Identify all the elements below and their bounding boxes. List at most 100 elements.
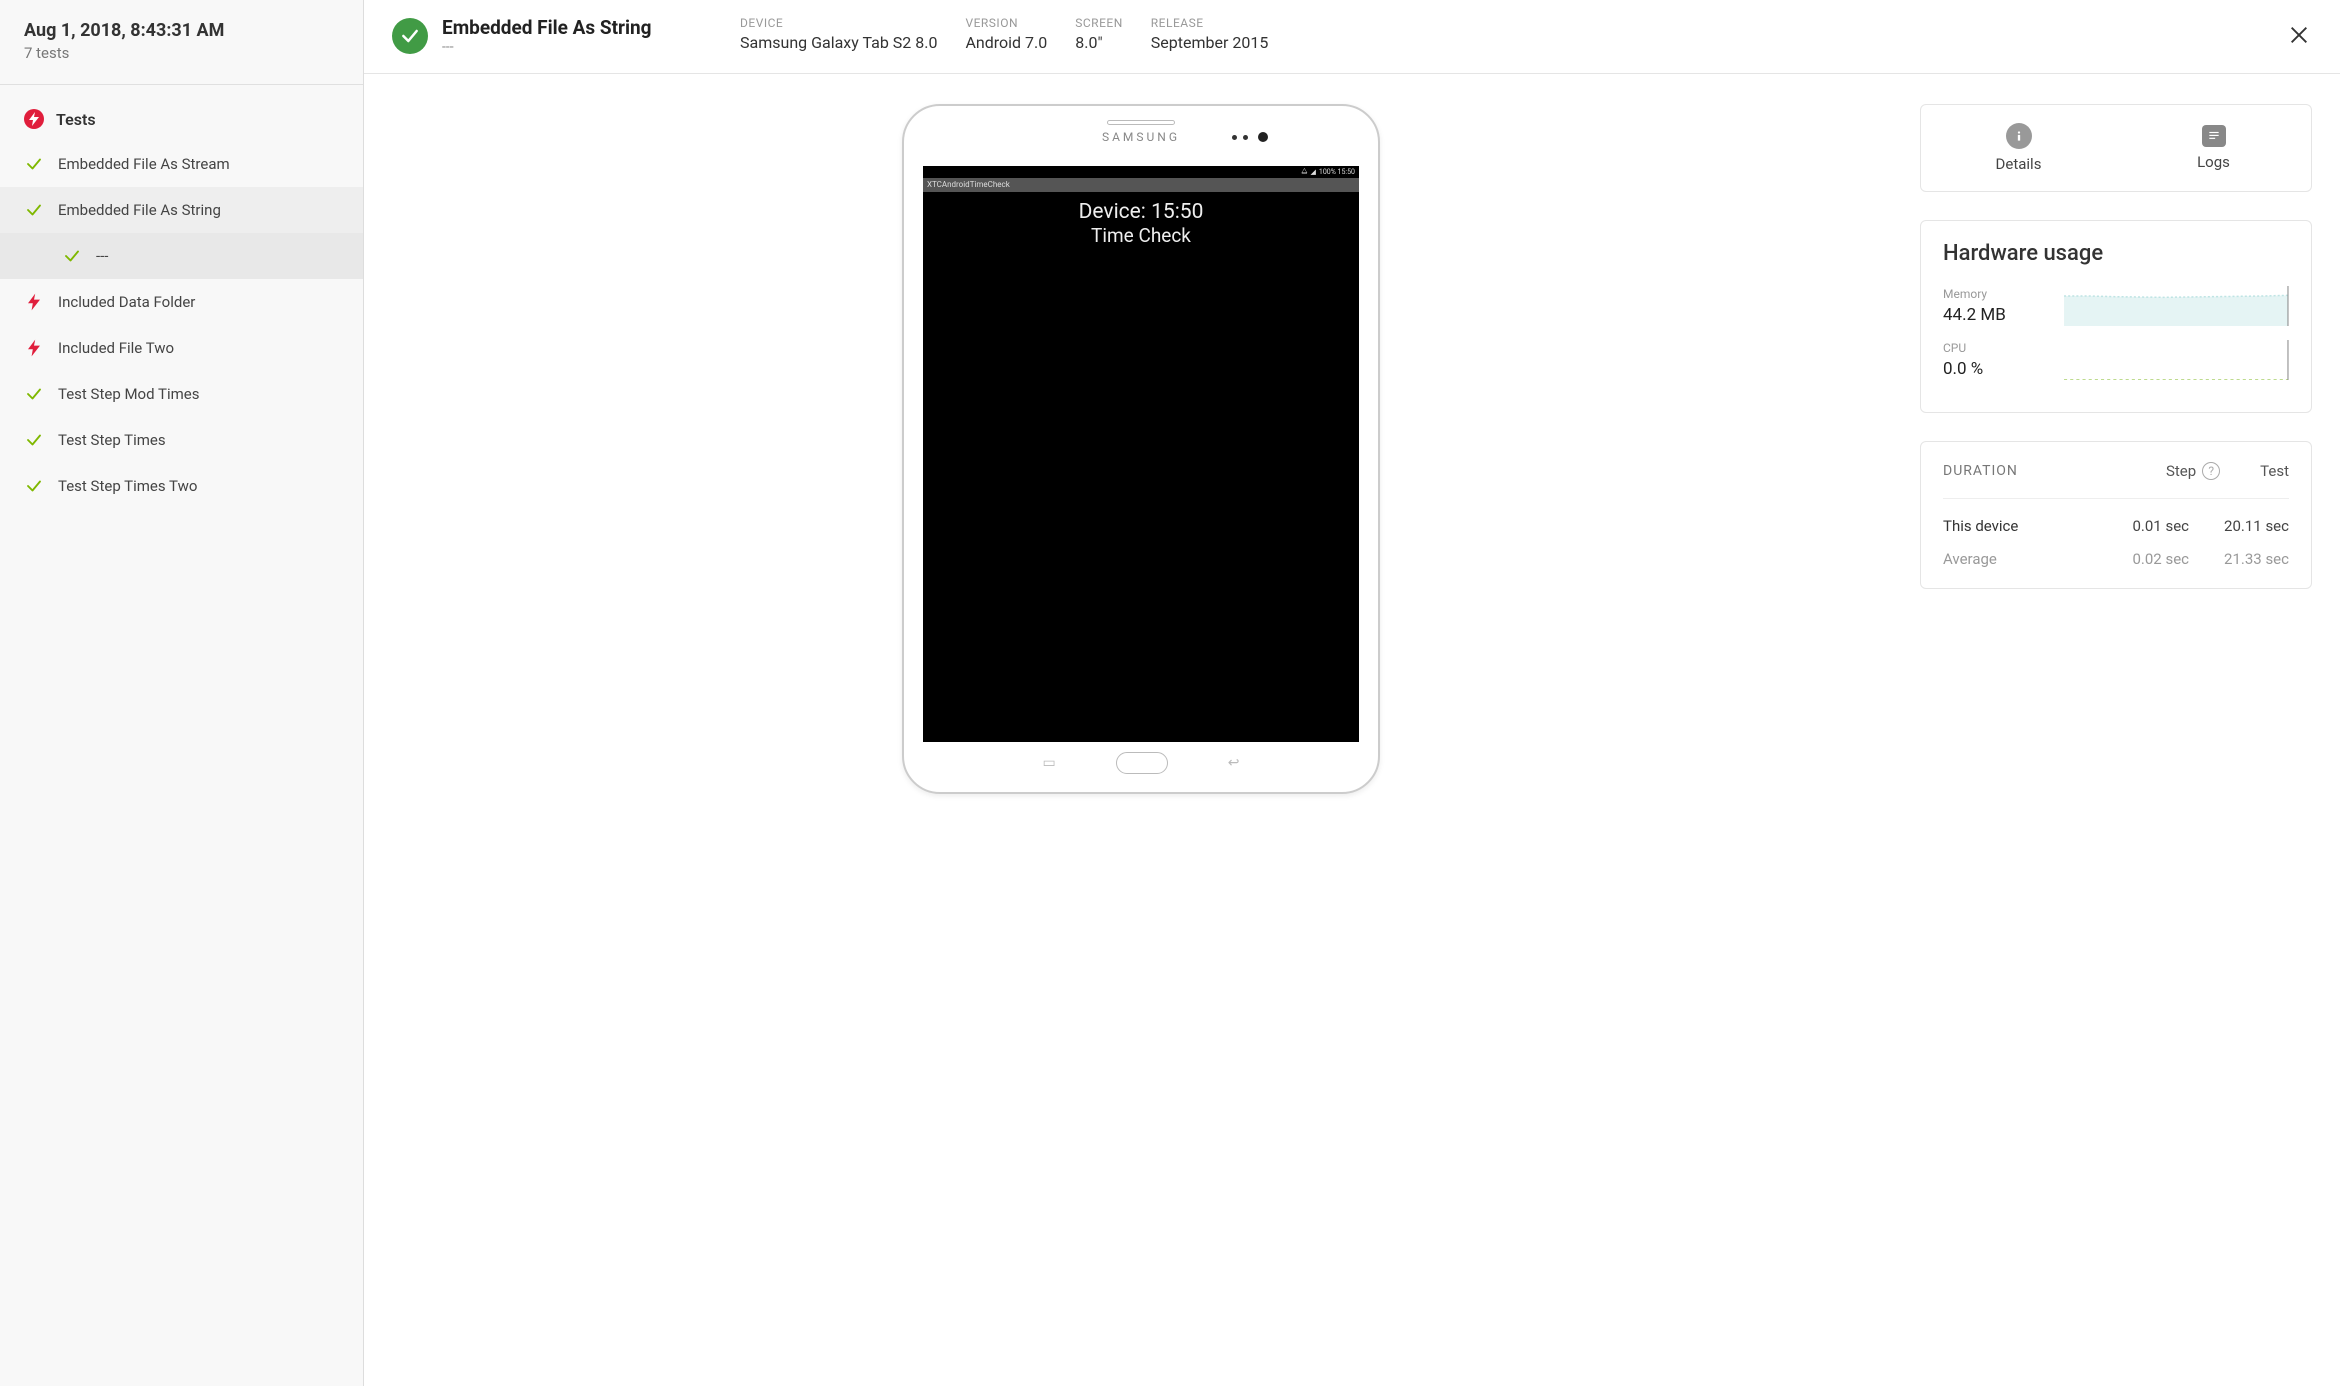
speaker-icon <box>1107 120 1175 125</box>
tab-logs-label: Logs <box>2197 153 2230 171</box>
lightning-icon <box>24 109 44 129</box>
meta-version-value: Android 7.0 <box>965 33 1047 52</box>
meta-device-label: DEVICE <box>740 16 937 30</box>
meta-screen-value: 8.0" <box>1075 33 1123 52</box>
page-title: Embedded File As String <box>442 16 652 39</box>
test-item[interactable]: Embedded File As Stream <box>0 141 363 187</box>
tablet-top-hardware: SAMSUNG <box>904 120 1378 162</box>
page-subtitle: --- <box>442 39 652 55</box>
test-item-label: Test Step Times Two <box>58 477 197 495</box>
test-subitem-label: --- <box>96 247 108 265</box>
run-test-count: 7 tests <box>24 44 339 62</box>
cpu-label: CPU <box>1943 341 2063 355</box>
test-item-label: Test Step Times <box>58 431 166 449</box>
duration-step-value: 0.01 sec <box>2089 517 2189 535</box>
content-row: SAMSUNG ⧋ ◢ 100% 15:50 XTCAndroidTimeChe… <box>364 74 2340 1386</box>
check-icon <box>24 385 44 403</box>
meta-device: DEVICE Samsung Galaxy Tab S2 8.0 <box>740 16 937 52</box>
tests-section-title: Tests <box>0 85 363 141</box>
app-titlebar-text: XTCAndroidTimeCheck <box>927 180 1010 189</box>
title-block: Embedded File As String --- <box>392 16 712 55</box>
tabs-card: Details Logs <box>1920 104 2312 192</box>
duration-row-label: This device <box>1943 517 2089 535</box>
tab-details[interactable]: Details <box>1921 105 2116 191</box>
wifi-icon: ⧋ <box>1301 167 1307 176</box>
check-icon <box>24 477 44 495</box>
titles: Embedded File As String --- <box>442 16 652 55</box>
test-item-label: Included File Two <box>58 339 174 357</box>
test-item[interactable]: Embedded File As String <box>0 187 363 233</box>
memory-row: Memory 44.2 MB <box>1943 286 2289 326</box>
logs-icon <box>2202 125 2226 147</box>
tablet-brand: SAMSUNG <box>1102 130 1180 144</box>
test-item[interactable]: Test Step Times <box>0 417 363 463</box>
memory-label: Memory <box>1943 287 2063 301</box>
topbar: Embedded File As String --- DEVICE Samsu… <box>364 0 2340 74</box>
tab-logs[interactable]: Logs <box>2116 105 2311 191</box>
tab-details-label: Details <box>1996 155 2042 173</box>
meta-release: RELEASE September 2015 <box>1151 16 1269 52</box>
camera-icon <box>1258 132 1268 142</box>
signal-icon: ◢ <box>1311 168 1316 176</box>
cpu-row: CPU 0.0 % <box>1943 340 2289 380</box>
hardware-title: Hardware usage <box>1943 241 2289 266</box>
app-body: Device: 15:50 Time Check <box>923 192 1359 743</box>
check-circle-icon <box>392 18 428 54</box>
meta-release-value: September 2015 <box>1151 33 1269 52</box>
app-titlebar: XTCAndroidTimeCheck <box>923 178 1359 192</box>
test-item-label: Embedded File As Stream <box>58 155 230 173</box>
test-item-label: Included Data Folder <box>58 293 195 311</box>
app-line1: Device: 15:50 <box>923 200 1359 224</box>
check-icon <box>24 201 44 219</box>
test-item[interactable]: Test Step Mod Times <box>0 371 363 417</box>
run-timestamp: Aug 1, 2018, 8:43:31 AM <box>24 20 339 41</box>
test-item[interactable]: Included File Two <box>0 325 363 371</box>
meta-release-label: RELEASE <box>1151 16 1269 30</box>
duration-title: DURATION <box>1943 463 2166 479</box>
home-button-icon <box>1116 752 1168 774</box>
recent-apps-icon: ▭ <box>1043 755 1056 771</box>
main: Embedded File As String --- DEVICE Samsu… <box>364 0 2340 1386</box>
duration-step-value: 0.02 sec <box>2089 550 2189 568</box>
memory-value: 44.2 MB <box>1943 305 2063 325</box>
lightning-icon <box>24 293 44 311</box>
meta-device-value: Samsung Galaxy Tab S2 8.0 <box>740 33 937 52</box>
help-icon[interactable]: ? <box>2202 462 2220 480</box>
sidebar-header: Aug 1, 2018, 8:43:31 AM 7 tests <box>0 20 363 85</box>
cpu-value: 0.0 % <box>1943 359 2063 379</box>
duration-row-label: Average <box>1943 550 2089 568</box>
tablet-screen: ⧋ ◢ 100% 15:50 XTCAndroidTimeCheck Devic… <box>923 166 1359 743</box>
hardware-card: Hardware usage Memory 44.2 MB CPU 0.0 % <box>1920 220 2312 413</box>
check-icon <box>24 155 44 173</box>
device-preview: SAMSUNG ⧋ ◢ 100% 15:50 XTCAndroidTimeChe… <box>392 104 1890 794</box>
duration-header: DURATION Step ? Test <box>1943 462 2289 499</box>
test-item[interactable]: Included Data Folder <box>0 279 363 325</box>
duration-row-this-device: This device 0.01 sec 20.11 sec <box>1943 499 2289 535</box>
tests-label: Tests <box>56 110 96 129</box>
sidebar: Aug 1, 2018, 8:43:31 AM 7 tests Tests Em… <box>0 0 364 1386</box>
meta-version: VERSION Android 7.0 <box>965 16 1047 52</box>
android-statusbar: ⧋ ◢ 100% 15:50 <box>923 166 1359 178</box>
test-item-label: Embedded File As String <box>58 201 221 219</box>
test-item-label: Test Step Mod Times <box>58 385 199 403</box>
app-line2: Time Check <box>923 224 1359 247</box>
duration-test-header: Test <box>2260 462 2289 480</box>
step-label: Step <box>2166 462 2196 480</box>
statusbar-text: 100% 15:50 <box>1319 168 1355 176</box>
memory-chart <box>2063 286 2289 326</box>
info-icon <box>2006 123 2032 149</box>
duration-row-average: Average 0.02 sec 21.33 sec <box>1943 535 2289 568</box>
meta-screen-label: SCREEN <box>1075 16 1123 30</box>
right-column: Details Logs Hardware usage Memory 44.2 … <box>1920 104 2312 589</box>
meta-screen: SCREEN 8.0" <box>1075 16 1123 52</box>
tablet-bottom-hardware: ▭ ↩ <box>1043 744 1240 782</box>
duration-step-header: Step ? <box>2166 462 2220 480</box>
check-icon <box>24 431 44 449</box>
test-list: Embedded File As Stream Embedded File As … <box>0 141 363 509</box>
test-subitem[interactable]: --- <box>0 233 363 279</box>
back-icon: ↩ <box>1228 755 1240 771</box>
cpu-chart <box>2063 340 2289 380</box>
duration-test-value: 20.11 sec <box>2189 517 2289 535</box>
close-button[interactable] <box>2286 22 2312 48</box>
test-item[interactable]: Test Step Times Two <box>0 463 363 509</box>
